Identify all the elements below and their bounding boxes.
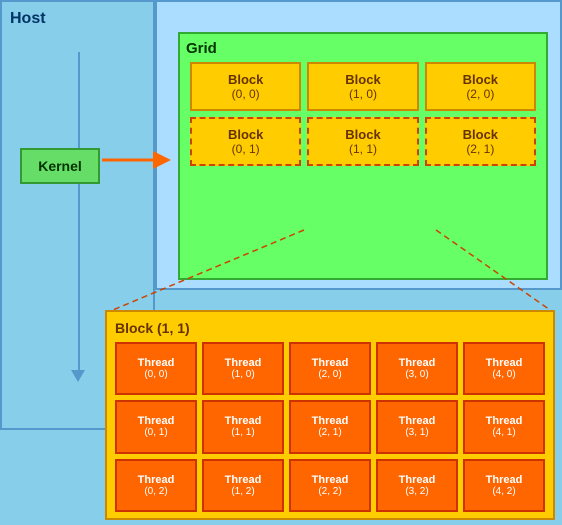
thread-coord: (0, 0) bbox=[144, 369, 167, 380]
thread-coord: (3, 1) bbox=[405, 427, 428, 438]
block-title: Block bbox=[196, 127, 295, 142]
host-label: Host bbox=[10, 10, 46, 28]
block-title: Block bbox=[313, 72, 412, 87]
grid-blocks-container: Block (0, 0) Block (1, 0) Block (2, 0) B… bbox=[186, 58, 540, 170]
thread-coord: (4, 1) bbox=[492, 427, 515, 438]
thread-title: Thread bbox=[399, 357, 436, 369]
thread-coord: (2, 0) bbox=[318, 369, 341, 380]
block-cell-2-1: Block (2, 1) bbox=[425, 117, 536, 166]
thread-title: Thread bbox=[138, 415, 175, 427]
threads-grid: Thread (0, 0) Thread (1, 0) Thread (2, 0… bbox=[115, 342, 545, 512]
thread-title: Thread bbox=[486, 357, 523, 369]
thread-4-1: Thread (4, 1) bbox=[463, 400, 545, 453]
thread-1-1: Thread (1, 1) bbox=[202, 400, 284, 453]
block-title: Block bbox=[313, 127, 412, 142]
kernel-arrow bbox=[100, 150, 180, 170]
thread-title: Thread bbox=[312, 357, 349, 369]
thread-coord: (1, 2) bbox=[231, 486, 254, 497]
block-coord: (0, 0) bbox=[196, 87, 295, 101]
thread-3-0: Thread (3, 0) bbox=[376, 342, 458, 395]
thread-title: Thread bbox=[312, 415, 349, 427]
block-title: Block bbox=[431, 127, 530, 142]
thread-0-1: Thread (0, 1) bbox=[115, 400, 197, 453]
thread-3-1: Thread (3, 1) bbox=[376, 400, 458, 453]
thread-title: Thread bbox=[486, 415, 523, 427]
thread-coord: (4, 0) bbox=[492, 369, 515, 380]
thread-2-1: Thread (2, 1) bbox=[289, 400, 371, 453]
block-cell-1-1: Block (1, 1) bbox=[307, 117, 418, 166]
block-cell-0-1: Block (0, 1) bbox=[190, 117, 301, 166]
kernel-box: Kernel bbox=[20, 148, 100, 184]
thread-title: Thread bbox=[399, 474, 436, 486]
thread-title: Thread bbox=[225, 415, 262, 427]
thread-0-2: Thread (0, 2) bbox=[115, 459, 197, 512]
thread-coord: (2, 2) bbox=[318, 486, 341, 497]
thread-title: Thread bbox=[225, 357, 262, 369]
block-title: Block bbox=[196, 72, 295, 87]
thread-title: Thread bbox=[312, 474, 349, 486]
thread-coord: (4, 2) bbox=[492, 486, 515, 497]
expanded-block: Block (1, 1) Thread (0, 0) Thread (1, 0)… bbox=[105, 310, 555, 520]
thread-0-0: Thread (0, 0) bbox=[115, 342, 197, 395]
block-cell-1-0: Block (1, 0) bbox=[307, 62, 418, 111]
grid-label: Grid bbox=[186, 40, 217, 57]
thread-coord: (0, 1) bbox=[144, 427, 167, 438]
block-coord: (0, 1) bbox=[196, 142, 295, 156]
block-coord: (2, 0) bbox=[431, 87, 530, 101]
thread-coord: (0, 2) bbox=[144, 486, 167, 497]
thread-coord: (1, 1) bbox=[231, 427, 254, 438]
thread-2-0: Thread (2, 0) bbox=[289, 342, 371, 395]
thread-1-0: Thread (1, 0) bbox=[202, 342, 284, 395]
thread-title: Thread bbox=[399, 415, 436, 427]
thread-4-2: Thread (4, 2) bbox=[463, 459, 545, 512]
thread-title: Thread bbox=[486, 474, 523, 486]
thread-coord: (1, 0) bbox=[231, 369, 254, 380]
thread-coord: (3, 0) bbox=[405, 369, 428, 380]
thread-title: Thread bbox=[138, 357, 175, 369]
block-coord: (2, 1) bbox=[431, 142, 530, 156]
expanded-block-label: Block (1, 1) bbox=[115, 320, 545, 336]
block-coord: (1, 0) bbox=[313, 87, 412, 101]
host-line bbox=[78, 52, 80, 372]
thread-4-0: Thread (4, 0) bbox=[463, 342, 545, 395]
block-title: Block bbox=[431, 72, 530, 87]
thread-title: Thread bbox=[225, 474, 262, 486]
thread-3-2: Thread (3, 2) bbox=[376, 459, 458, 512]
thread-coord: (3, 2) bbox=[405, 486, 428, 497]
host-arrow-head bbox=[71, 370, 85, 382]
thread-1-2: Thread (1, 2) bbox=[202, 459, 284, 512]
kernel-label: Kernel bbox=[38, 158, 82, 174]
thread-coord: (2, 1) bbox=[318, 427, 341, 438]
thread-2-2: Thread (2, 2) bbox=[289, 459, 371, 512]
block-cell-0-0: Block (0, 0) bbox=[190, 62, 301, 111]
block-coord: (1, 1) bbox=[313, 142, 412, 156]
thread-title: Thread bbox=[138, 474, 175, 486]
block-cell-2-0: Block (2, 0) bbox=[425, 62, 536, 111]
